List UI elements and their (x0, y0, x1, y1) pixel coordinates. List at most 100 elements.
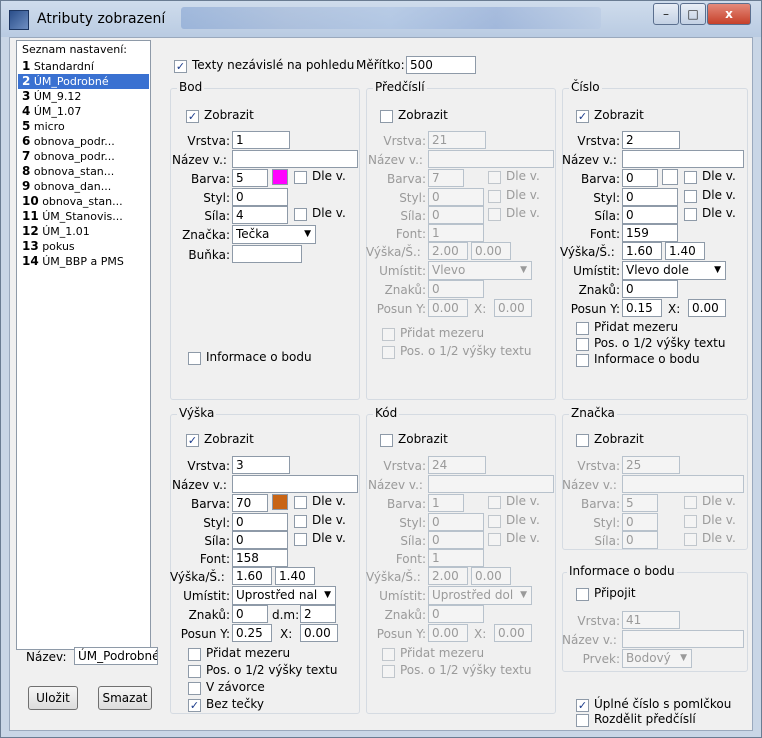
vyska-half-checkbox[interactable] (188, 665, 201, 678)
cislo-half-checkbox[interactable] (576, 338, 589, 351)
kod-style-by-checkbox[interactable] (488, 515, 501, 528)
cislo-width-input[interactable]: 1.40 (665, 242, 705, 260)
list-item[interactable]: 11 ÚM_Stanovis... (18, 209, 149, 224)
znacka-layer-input[interactable]: 25 (622, 456, 680, 474)
list-item[interactable]: 6 obnova_podr... (18, 134, 149, 149)
predcisli-color-by-checkbox[interactable] (488, 171, 501, 184)
bod-layer-input[interactable]: 1 (232, 131, 290, 149)
predcisli-x-input[interactable]: 0.00 (494, 299, 532, 317)
kod-space-checkbox[interactable] (382, 648, 395, 661)
delete-button[interactable]: Smazat (98, 686, 152, 710)
vyska-show-checkbox[interactable]: ✓ (186, 434, 199, 447)
predcisli-name-input[interactable] (428, 150, 554, 168)
settings-list[interactable]: Seznam nastavení: 1 Standardní 2 ÚM_Podro… (16, 40, 151, 650)
bod-cell-input[interactable] (232, 245, 302, 263)
kod-weight-by-checkbox[interactable] (488, 533, 501, 546)
bod-color-input[interactable]: 5 (232, 169, 268, 187)
cislo-color-input[interactable]: 0 (622, 169, 658, 187)
bod-color-by-checkbox[interactable] (294, 171, 307, 184)
vyska-brackets-checkbox[interactable] (188, 682, 201, 695)
vyska-x-input[interactable]: 0.00 (300, 624, 338, 642)
list-item[interactable]: 13 pokus (18, 239, 149, 254)
list-item[interactable]: 10 obnova_stan... (18, 194, 149, 209)
znacka-weight-by-checkbox[interactable] (684, 533, 697, 546)
znacka-color-by-checkbox[interactable] (684, 496, 697, 509)
znacka-show-checkbox[interactable] (576, 434, 589, 447)
vyska-weight-input[interactable]: 0 (232, 531, 288, 549)
list-item[interactable]: 12 ÚM_1.01 (18, 224, 149, 239)
cislo-color-by-checkbox[interactable] (684, 171, 697, 184)
predcisli-height-input[interactable]: 2.00 (428, 242, 468, 260)
znacka-weight-input[interactable]: 0 (622, 531, 658, 549)
predcisli-space-checkbox[interactable] (382, 328, 395, 341)
vyska-space-checkbox[interactable] (188, 648, 201, 661)
kod-chars-input[interactable]: 0 (428, 605, 484, 623)
bod-info-checkbox[interactable] (188, 352, 201, 365)
list-item[interactable]: 3 ÚM_9.12 (18, 89, 149, 104)
vyska-name-input[interactable] (232, 475, 358, 493)
predcisli-style-by-checkbox[interactable] (488, 190, 501, 203)
kod-name-input[interactable] (428, 475, 554, 493)
vyska-chars-input[interactable]: 0 (232, 605, 268, 623)
cislo-layer-input[interactable]: 2 (622, 131, 680, 149)
minimize-button[interactable]: – (653, 3, 679, 25)
vyska-height-input[interactable]: 1.60 (232, 567, 272, 585)
texts-independent-checkbox[interactable]: ✓ (174, 60, 187, 73)
predcisli-color-input[interactable]: 7 (428, 169, 464, 187)
list-item[interactable]: 1 Standardní (18, 59, 149, 74)
kod-offset-input[interactable]: 0.00 (428, 624, 468, 642)
vyska-place-select[interactable]: Uprostřed nal ▼ (232, 586, 336, 605)
vyska-dm-input[interactable]: 2 (300, 605, 336, 623)
kod-x-input[interactable]: 0.00 (494, 624, 532, 642)
info-name-input[interactable] (622, 630, 744, 648)
cislo-offset-input[interactable]: 0.15 (622, 299, 662, 317)
list-item[interactable]: 2 ÚM_Podrobné (18, 74, 149, 89)
vyska-layer-input[interactable]: 3 (232, 456, 290, 474)
cislo-space-checkbox[interactable] (576, 322, 589, 335)
vyska-color-by-checkbox[interactable] (294, 496, 307, 509)
split-prefix-checkbox[interactable] (576, 714, 589, 727)
info-element-select[interactable]: Bodový ▼ (622, 649, 692, 668)
predcisli-offset-input[interactable]: 0.00 (428, 299, 468, 317)
info-attach-checkbox[interactable] (576, 588, 589, 601)
vyska-style-input[interactable]: 0 (232, 513, 288, 531)
vyska-offset-input[interactable]: 0.25 (232, 624, 272, 642)
bod-color-swatch[interactable] (272, 169, 288, 185)
vyska-nodot-checkbox[interactable]: ✓ (188, 699, 201, 712)
list-item[interactable]: 7 obnova_podr... (18, 149, 149, 164)
bod-symbol-select[interactable]: Tečka ▼ (232, 225, 316, 244)
cislo-info-checkbox[interactable] (576, 354, 589, 367)
cislo-weight-by-checkbox[interactable] (684, 208, 697, 221)
name-input[interactable]: ÚM_Podrobné (74, 647, 158, 665)
predcisli-layer-input[interactable]: 21 (428, 131, 486, 149)
kod-width-input[interactable]: 0.00 (471, 567, 511, 585)
kod-show-checkbox[interactable] (380, 434, 393, 447)
kod-height-input[interactable]: 2.00 (428, 567, 468, 585)
cislo-color-swatch[interactable] (662, 169, 678, 185)
bod-weight-by-checkbox[interactable] (294, 208, 307, 221)
predcisli-chars-input[interactable]: 0 (428, 280, 484, 298)
kod-color-by-checkbox[interactable] (488, 496, 501, 509)
list-item[interactable]: 4 ÚM_1.07 (18, 104, 149, 119)
cislo-name-input[interactable] (622, 150, 744, 168)
list-item[interactable]: 8 obnova_stan... (18, 164, 149, 179)
znacka-name-input[interactable] (622, 475, 744, 493)
save-button[interactable]: Uložit (28, 686, 78, 710)
predcisli-style-input[interactable]: 0 (428, 188, 484, 206)
cislo-style-input[interactable]: 0 (622, 188, 678, 206)
kod-font-input[interactable]: 1 (428, 549, 484, 567)
list-item[interactable]: 9 obnova_dan... (18, 179, 149, 194)
kod-layer-input[interactable]: 24 (428, 456, 486, 474)
close-button[interactable]: x (707, 3, 751, 25)
info-layer-input[interactable]: 41 (622, 611, 680, 629)
bod-style-input[interactable]: 0 (232, 188, 288, 206)
kod-half-checkbox[interactable] (382, 665, 395, 678)
bod-weight-input[interactable]: 4 (232, 206, 288, 224)
list-item[interactable]: 5 micro (18, 119, 149, 134)
bod-name-input[interactable] (232, 150, 358, 168)
cislo-chars-input[interactable]: 0 (622, 280, 678, 298)
znacka-style-by-checkbox[interactable] (684, 515, 697, 528)
znacka-style-input[interactable]: 0 (622, 513, 658, 531)
predcisli-width-input[interactable]: 0.00 (471, 242, 511, 260)
predcisli-place-select[interactable]: Vlevo ▼ (428, 261, 532, 280)
